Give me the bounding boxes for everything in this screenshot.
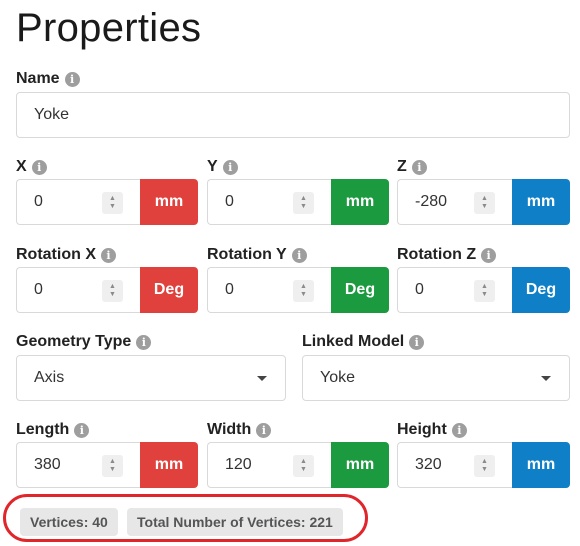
x-unit-button[interactable]: mm [140,179,198,225]
z-unit-button[interactable]: mm [512,179,570,225]
x-field: 0 ▲ ▼ mm [16,179,198,225]
info-icon[interactable]: i [74,422,90,438]
linked-model-select[interactable]: Yoke [302,355,570,401]
rotation-y-input[interactable]: 0 ▲ ▼ [207,267,331,313]
z-value: -280 [415,193,448,210]
linked-model-label-text: Linked Model [302,333,405,350]
spinner-icon[interactable]: ▲ ▼ [293,280,314,302]
y-label: Y i [207,158,238,176]
info-icon[interactable]: i [291,247,307,263]
linked-model-label: Linked Model i [302,333,425,351]
width-unit-button[interactable]: mm [331,442,389,488]
width-label: Width i [207,421,272,439]
rotation-x-label: Rotation X i [16,246,116,264]
rotation-z-value: 0 [415,281,424,298]
rotation-x-input[interactable]: 0 ▲ ▼ [16,267,140,313]
width-label-text: Width [207,421,252,438]
spinner-icon[interactable]: ▲ ▼ [102,280,123,302]
rotation-x-label-text: Rotation X [16,246,96,263]
info-icon[interactable]: i [31,159,47,175]
y-field: 0 ▲ ▼ mm [207,179,389,225]
geometry-type-label: Geometry Type i [16,333,152,351]
page-title: Properties [16,6,202,50]
spinner-icon[interactable]: ▲ ▼ [474,192,495,214]
height-value: 320 [415,456,442,473]
caret-down-icon [257,376,267,381]
name-label: Name i [16,70,80,88]
info-icon[interactable]: i [136,334,152,350]
z-input[interactable]: -280 ▲ ▼ [397,179,512,225]
linked-model-value: Yoke [320,369,355,386]
geometry-type-value: Axis [34,369,65,386]
info-icon[interactable]: i [481,247,497,263]
z-field: -280 ▲ ▼ mm [397,179,570,225]
length-input[interactable]: 380 ▲ ▼ [16,442,140,488]
spinner-icon[interactable]: ▲ ▼ [293,455,314,477]
info-icon[interactable]: i [256,422,272,438]
info-icon[interactable]: i [451,422,467,438]
spinner-icon[interactable]: ▲ ▼ [474,280,495,302]
width-input[interactable]: 120 ▲ ▼ [207,442,331,488]
info-icon[interactable]: i [101,247,116,263]
y-value: 0 [225,193,234,210]
spinner-icon[interactable]: ▲ ▼ [474,455,495,477]
name-label-text: Name [16,70,60,87]
rotation-z-input[interactable]: 0 ▲ ▼ [397,267,512,313]
height-field: 320 ▲ ▼ mm [397,442,570,488]
length-value: 380 [34,456,61,473]
spinner-icon[interactable]: ▲ ▼ [102,455,123,477]
z-label: Z i [397,158,427,176]
rotation-z-unit-button[interactable]: Deg [512,267,570,313]
spinner-icon[interactable]: ▲ ▼ [102,192,123,214]
rotation-y-unit-button[interactable]: Deg [331,267,389,313]
width-field: 120 ▲ ▼ mm [207,442,389,488]
rotation-z-label: Rotation Z i [397,246,497,264]
rotation-x-field: 0 ▲ ▼ Deg [16,267,198,313]
length-field: 380 ▲ ▼ mm [16,442,198,488]
length-label: Length i [16,421,90,439]
rotation-y-value: 0 [225,281,234,298]
rotation-x-unit-button[interactable]: Deg [140,267,198,313]
z-label-text: Z [397,158,407,175]
length-unit-button[interactable]: mm [140,442,198,488]
highlight-ellipse [3,494,368,542]
height-input[interactable]: 320 ▲ ▼ [397,442,512,488]
geometry-type-select[interactable]: Axis [16,355,286,401]
geometry-type-label-text: Geometry Type [16,333,132,350]
height-label: Height i [397,421,467,439]
name-input[interactable]: Yoke [16,92,570,138]
caret-down-icon [541,376,551,381]
rotation-y-label-text: Rotation Y [207,246,287,263]
name-input-value: Yoke [34,106,69,123]
height-unit-button[interactable]: mm [512,442,570,488]
info-icon[interactable]: i [222,159,238,175]
rotation-y-field: 0 ▲ ▼ Deg [207,267,389,313]
x-input[interactable]: 0 ▲ ▼ [16,179,140,225]
spinner-icon[interactable]: ▲ ▼ [293,192,314,214]
rotation-x-value: 0 [34,281,43,298]
rotation-z-label-text: Rotation Z [397,246,477,263]
y-label-text: Y [207,158,218,175]
width-value: 120 [225,456,252,473]
rotation-z-field: 0 ▲ ▼ Deg [397,267,570,313]
info-icon[interactable]: i [409,334,425,350]
x-label-text: X [16,158,27,175]
x-value: 0 [34,193,43,210]
x-label: X i [16,158,47,176]
y-unit-button[interactable]: mm [331,179,389,225]
info-icon[interactable]: i [64,71,80,87]
y-input[interactable]: 0 ▲ ▼ [207,179,331,225]
height-label-text: Height [397,421,447,438]
rotation-y-label: Rotation Y i [207,246,307,264]
info-icon[interactable]: i [411,159,427,175]
length-label-text: Length [16,421,70,438]
